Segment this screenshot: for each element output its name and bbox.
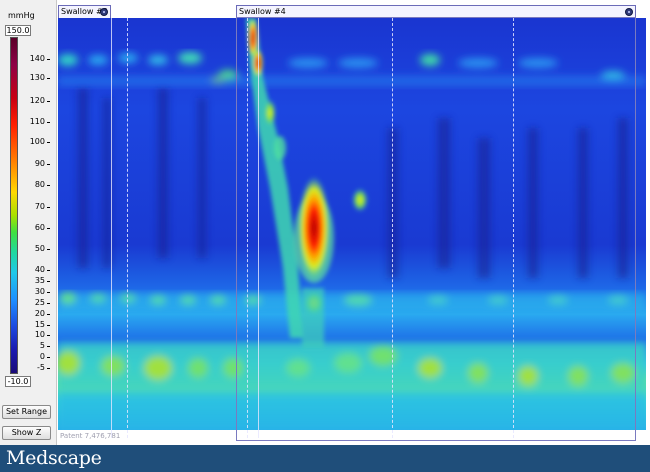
tick-label: 70 — [23, 203, 50, 211]
tick-label: 15 — [23, 321, 50, 329]
tick-label: 50 — [23, 245, 50, 253]
patent-watermark: Patent 7,476,781 — [60, 432, 121, 440]
event-marker[interactable] — [127, 18, 128, 438]
medscape-logo: Medscape — [6, 447, 102, 469]
event-marker[interactable] — [247, 18, 248, 438]
tick-label: -5 — [23, 364, 50, 372]
tick-label: 30 — [23, 288, 50, 296]
tick-label: 120 — [23, 97, 50, 105]
swallow-4-tab[interactable]: Swallow #4 — [236, 5, 636, 18]
range-max-field[interactable]: 150.0 — [5, 25, 31, 36]
colorbar-panel: mmHg 150.0 140 130 120 110 100 90 80 70 … — [0, 0, 57, 445]
transition-zone-band — [58, 292, 646, 313]
swallow-3-end-marker — [111, 18, 112, 438]
range-min-field[interactable]: -10.0 — [5, 376, 31, 387]
tick-label: 10 — [23, 331, 50, 339]
tick-label: 20 — [23, 310, 50, 318]
tick-label: 130 — [23, 74, 50, 82]
tick-label: 110 — [23, 118, 50, 126]
footer-bar: Medscape — [0, 445, 650, 472]
pressure-colorbar — [10, 37, 18, 374]
tick-label: 0 — [23, 353, 50, 361]
tick-label: 35 — [23, 277, 50, 285]
unit-label: mmHg — [8, 11, 35, 20]
set-range-button[interactable]: Set Range — [2, 405, 51, 419]
tick-label: 90 — [23, 160, 50, 168]
swallow-3-select-icon[interactable] — [100, 8, 108, 16]
les-pressure-band — [58, 343, 646, 430]
tick-label: 40 — [23, 266, 50, 274]
tick-label: 80 — [23, 181, 50, 189]
event-marker[interactable] — [392, 18, 393, 438]
swallow-header: Swallow #3 Swallow #4 — [58, 0, 650, 18]
pressure-heatmap — [58, 18, 646, 430]
event-marker[interactable] — [258, 18, 259, 438]
tick-label: 140 — [23, 55, 50, 63]
tick-label: 60 — [23, 224, 50, 232]
swallow-4-label: Swallow #4 — [239, 7, 286, 16]
tick-label: 25 — [23, 299, 50, 307]
pressure-topography-plot[interactable] — [58, 18, 646, 430]
tick-label: 100 — [23, 138, 50, 146]
show-z-button[interactable]: Show Z — [2, 426, 51, 440]
swallow-3-tab[interactable]: Swallow #3 — [58, 5, 111, 18]
tick-label: 5 — [23, 342, 50, 350]
event-marker[interactable] — [513, 18, 514, 438]
swallow-4-select-icon[interactable] — [625, 8, 633, 16]
